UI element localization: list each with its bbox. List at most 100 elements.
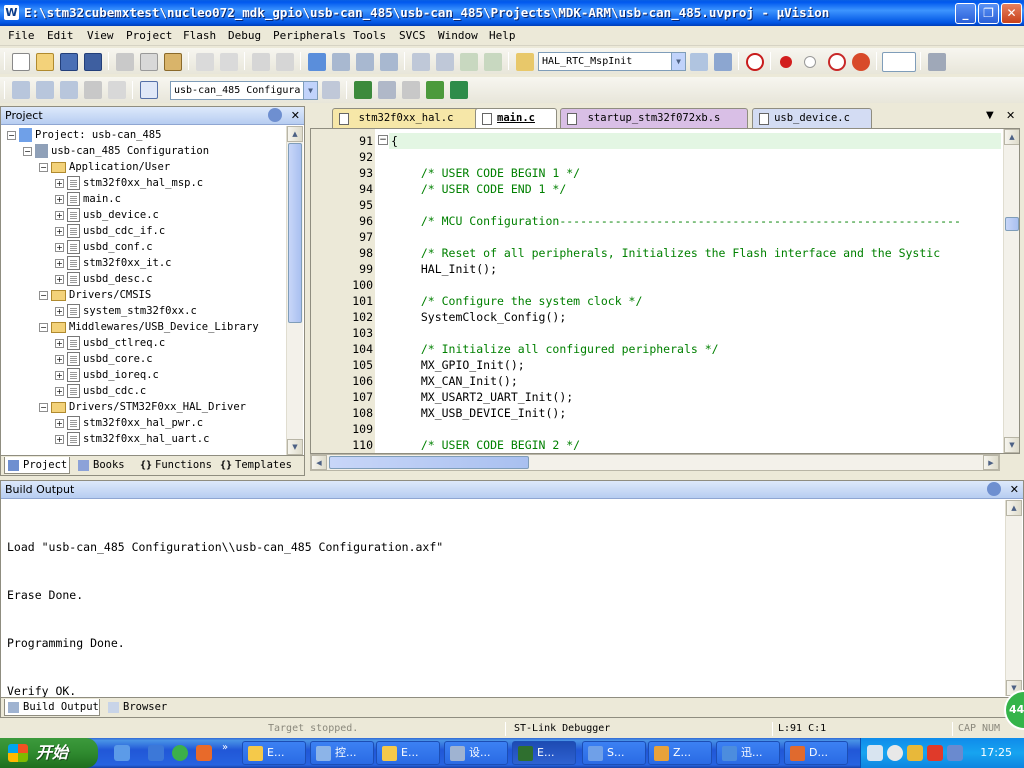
rebuild-icon[interactable] [60, 81, 78, 99]
find-in-files-icon[interactable] [516, 53, 534, 71]
navigate-back-icon[interactable] [252, 53, 270, 71]
tab-stm32f0xx-hal-c[interactable]: stm32f0xx_hal.c [332, 108, 480, 128]
tab-main-c[interactable]: main.c [475, 108, 557, 129]
taskbar-button[interactable]: 控... [310, 741, 374, 765]
tab-build-output[interactable]: Build Output [4, 699, 100, 716]
copy-components-icon[interactable] [378, 81, 396, 99]
tree-file[interactable]: + system_stm32f0xx.c [55, 303, 197, 319]
tree-file[interactable]: + usbd_desc.c [55, 271, 153, 287]
tree-file[interactable]: + usbd_ctlreq.c [55, 335, 165, 351]
taskbar-button[interactable]: E... [242, 741, 306, 765]
qq-icon[interactable] [907, 745, 923, 761]
network-icon[interactable] [947, 745, 963, 761]
collapse-icon[interactable]: − [39, 402, 48, 412]
expand-icon[interactable]: + [55, 178, 64, 188]
taskbar-button[interactable]: D... [784, 741, 848, 765]
expand-icon[interactable]: + [55, 370, 64, 380]
translate-icon[interactable] [12, 81, 30, 99]
expand-icon[interactable]: + [55, 386, 64, 396]
find-icon[interactable] [690, 53, 708, 71]
collapse-icon[interactable]: − [39, 290, 48, 300]
auto-hide-icon[interactable] [987, 482, 1001, 496]
function-combo[interactable]: HAL_RTC_MspInit ▼ [538, 52, 686, 71]
scroll-up-icon[interactable]: ▲ [287, 126, 303, 142]
menu-edit[interactable]: Edit [47, 29, 74, 42]
tree-file[interactable]: + usbd_ioreq.c [55, 367, 159, 383]
editor-horizontal-scrollbar[interactable]: ◀ ▶ [310, 454, 1000, 471]
debug-session-icon[interactable] [746, 53, 764, 71]
expand-icon[interactable]: + [55, 434, 64, 444]
tab-functions[interactable]: {} Functions [137, 457, 213, 474]
uncomment-icon[interactable] [484, 53, 502, 71]
clock[interactable]: 17:25 [980, 738, 1012, 768]
scroll-up-icon[interactable]: ▲ [1004, 129, 1019, 145]
build-icon[interactable] [36, 81, 54, 99]
new-file-icon[interactable] [12, 53, 30, 71]
redo-icon[interactable] [220, 53, 238, 71]
menu-view[interactable]: View [87, 29, 114, 42]
tray-arrow-icon[interactable] [887, 745, 903, 761]
download-icon[interactable] [140, 81, 158, 99]
menu-tools[interactable]: Tools [353, 29, 386, 42]
manage-rte-icon[interactable] [402, 81, 420, 99]
tree-group[interactable]: − Drivers/STM32F0xx_HAL_Driver [39, 399, 246, 415]
expand-icon[interactable]: + [55, 258, 64, 268]
collapse-icon[interactable]: − [39, 162, 48, 172]
scroll-left-icon[interactable]: ◀ [311, 455, 327, 470]
tree-file[interactable]: + usbd_cdc.c [55, 383, 146, 399]
tab-project[interactable]: Project [4, 457, 70, 474]
code-editor[interactable]: 91 92 93 94 95 96 97 98 99 100 101 102 103 104 105 106 1… [310, 128, 1020, 454]
tree-root[interactable]: − Project: usb-can_485 [7, 127, 161, 143]
auto-hide-icon[interactable] [268, 108, 282, 122]
taskbar-button[interactable]: Z... [648, 741, 712, 765]
scroll-thumb[interactable] [329, 456, 529, 469]
tree-file[interactable]: + stm32f0xx_hal_msp.c [55, 175, 203, 191]
target-options-icon[interactable] [322, 81, 340, 99]
taskbar-button[interactable]: 迅... [716, 741, 780, 765]
expand-icon[interactable]: + [55, 242, 64, 252]
menu-window[interactable]: Window [438, 29, 478, 42]
manage-project-items-icon[interactable] [354, 81, 372, 99]
menu-peripherals[interactable]: Peripherals [273, 29, 346, 42]
kill-all-breakpoints-icon[interactable] [852, 53, 870, 71]
expand-icon[interactable]: + [55, 354, 64, 364]
expand-icon[interactable]: + [55, 210, 64, 220]
tab-usb-device-c[interactable]: usb_device.c [752, 108, 872, 128]
unindent-icon[interactable] [436, 53, 454, 71]
antivirus-icon[interactable] [927, 745, 943, 761]
save-icon[interactable] [60, 53, 78, 71]
minimize-button[interactable]: _ [955, 3, 976, 24]
save-all-icon[interactable] [84, 53, 102, 71]
select-packs-icon[interactable] [450, 81, 468, 99]
tree-group[interactable]: − Drivers/CMSIS [39, 287, 151, 303]
scroll-down-icon[interactable]: ▼ [1004, 437, 1019, 453]
tree-group[interactable]: − Middlewares/USB_Device_Library [39, 319, 259, 335]
window-layout-icon[interactable] [882, 52, 916, 72]
tab-browser[interactable]: Browser [105, 699, 173, 716]
scroll-thumb[interactable] [288, 143, 302, 323]
tab-list-icon[interactable]: ▼ [986, 110, 994, 121]
tab-books[interactable]: Books [75, 457, 131, 474]
configure-icon[interactable] [928, 53, 946, 71]
close-tab-icon[interactable]: ✕ [1006, 109, 1015, 122]
disable-all-breakpoints-icon[interactable] [828, 53, 846, 71]
incremental-find-icon[interactable] [714, 53, 732, 71]
tree-file[interactable]: + main.c [55, 191, 121, 207]
copy-icon[interactable] [140, 53, 158, 71]
app-quicklaunch-icon[interactable] [196, 745, 212, 761]
taskbar-button[interactable]: 设... [444, 741, 508, 765]
comment-icon[interactable] [460, 53, 478, 71]
breakpoint-icon[interactable] [780, 56, 792, 68]
chevron-down-icon[interactable]: ▼ [671, 53, 685, 70]
scroll-down-icon[interactable]: ▼ [287, 439, 303, 455]
browser-quicklaunch-icon[interactable] [148, 745, 164, 761]
taskbar-button[interactable]: S... [582, 741, 646, 765]
project-tree-scrollbar[interactable]: ▲ ▼ [286, 126, 303, 455]
maximize-button[interactable]: ❐ [978, 3, 999, 24]
expand-icon[interactable]: + [55, 338, 64, 348]
menu-flash[interactable]: Flash [183, 29, 216, 42]
expand-icon[interactable]: + [55, 274, 64, 284]
tree-file[interactable]: + stm32f0xx_it.c [55, 255, 172, 271]
tab-templates[interactable]: {} Templates [217, 457, 297, 474]
expand-icon[interactable]: + [55, 226, 64, 236]
